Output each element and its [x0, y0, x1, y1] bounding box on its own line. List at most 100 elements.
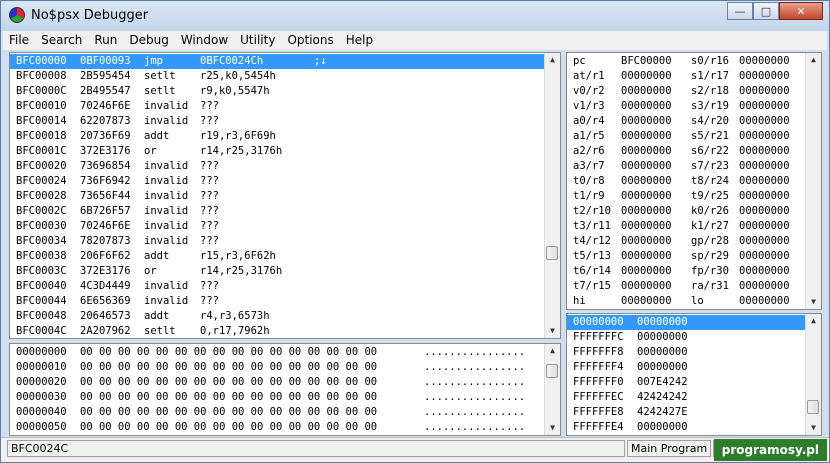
menu-file[interactable]: File	[3, 31, 35, 50]
menu-run[interactable]: Run	[88, 31, 123, 50]
register-row[interactable]: a0/r4 00000000 s4/r20 00000000	[567, 114, 805, 129]
memory-row[interactable]: 00000000 00 00 00 00 00 00 00 00 00 00 00…	[10, 345, 545, 360]
menu-help[interactable]: Help	[340, 31, 379, 50]
stack-row[interactable]: FFFFFFE8 4242427E	[567, 405, 805, 420]
memory-bytes: 00 00 00 00 00 00 00 00 00 00 00 00 00 0…	[80, 361, 378, 373]
memory-ascii: ................	[424, 391, 526, 403]
scroll-up-arrow-icon[interactable]: ▲	[545, 53, 560, 67]
disasm-mnemonic: invalid	[144, 160, 189, 172]
status-bar: BFC0024C Main Program DI programosy.pl	[1, 437, 829, 462]
scroll-thumb[interactable]	[546, 364, 558, 378]
disasm-row[interactable]: BFC00018 20736F69 addt r19,r3,6F69h	[10, 129, 545, 144]
stack-row[interactable]: FFFFFFF8 00000000	[567, 345, 805, 360]
scroll-up-arrow-icon[interactable]: ▲	[806, 314, 821, 328]
stack-row[interactable]: FFFFFFEC 42424242	[567, 390, 805, 405]
register-name: k0/r26	[691, 205, 729, 217]
register-row[interactable]: t1/r9 00000000 t9/r25 00000000	[567, 189, 805, 204]
scroll-thumb[interactable]	[807, 400, 819, 414]
disasm-row[interactable]: BFC0004C 2A207962 setlt 0,r17,7962h	[10, 324, 545, 338]
disasm-row[interactable]: BFC00028 73656F44 invalid???	[10, 189, 545, 204]
menu-options[interactable]: Options	[281, 31, 339, 50]
menu-window[interactable]: Window	[175, 31, 234, 50]
scroll-thumb[interactable]	[546, 246, 558, 260]
register-value: 00000000	[621, 130, 672, 142]
close-button[interactable]: ✕	[779, 2, 823, 20]
disasm-row[interactable]: BFC0002C 6B726F57 invalid???	[10, 204, 545, 219]
minimize-button[interactable]: —	[727, 2, 753, 20]
title-bar[interactable]: No$psx Debugger — □ ✕	[1, 1, 829, 31]
register-row[interactable]: at/r1 00000000 s1/r17 00000000	[567, 69, 805, 84]
disasm-row[interactable]: BFC00048 20646573 addt r4,r3,6573h	[10, 309, 545, 324]
register-name: s6/r22	[691, 145, 729, 157]
register-row[interactable]: pc BFC00000 s0/r16 00000000	[567, 54, 805, 69]
menu-search[interactable]: Search	[35, 31, 88, 50]
scroll-up-arrow-icon[interactable]: ▲	[545, 344, 560, 358]
stack-row[interactable]: FFFFFFF0 007E4242	[567, 375, 805, 390]
disasm-row[interactable]: BFC00020 73696854 invalid???	[10, 159, 545, 174]
maximize-button[interactable]: □	[753, 2, 779, 20]
stack-pane[interactable]: 00000000 00000000 FFFFFFFC 00000000 FFFFFFF8…	[566, 313, 822, 436]
scroll-down-arrow-icon[interactable]: ▼	[545, 324, 560, 338]
register-row[interactable]: t5/r13 00000000 sp/r29 00000000	[567, 249, 805, 264]
register-value: 00000000	[621, 145, 672, 157]
stack-row[interactable]: FFFFFFE4 00000000	[567, 420, 805, 435]
disasm-row[interactable]: BFC00014 62207873 invalid???	[10, 114, 545, 129]
disasm-row[interactable]: BFC0003C 372E3176 or r14,r25,3176h	[10, 264, 545, 279]
disasm-operands: r15,r3,6F62h	[200, 250, 276, 262]
disasm-row[interactable]: BFC00008 2B595454 setlt r25,k0,5454h	[10, 69, 545, 84]
register-name: t4/r12	[573, 235, 611, 247]
disasm-row[interactable]: BFC00040 4C3D4449 invalid???	[10, 279, 545, 294]
stack-row[interactable]: FFFFFFF4 00000000	[567, 360, 805, 375]
disasm-row[interactable]: BFC0001C 372E3176 or r14,r25,3176h	[10, 144, 545, 159]
menu-utility[interactable]: Utility	[234, 31, 281, 50]
register-row[interactable]: a3/r7 00000000 s7/r23 00000000	[567, 159, 805, 174]
register-row[interactable]: hi 00000000 lo 00000000	[567, 294, 805, 309]
registers-scrollbar[interactable]: ▲ ▼	[805, 53, 821, 309]
registers-pane[interactable]: pc BFC00000 s0/r16 00000000 at/r1 00000000 s1/…	[566, 52, 822, 310]
disasm-row[interactable]: BFC00034 78207873 invalid???	[10, 234, 545, 249]
stack-row[interactable]: 00000000 00000000	[567, 315, 805, 330]
register-row[interactable]: t2/r10 00000000 k0/r26 00000000	[567, 204, 805, 219]
memory-dump-pane[interactable]: 00000000 00 00 00 00 00 00 00 00 00 00 00…	[9, 343, 561, 436]
register-value: 00000000	[739, 145, 790, 157]
disasm-row[interactable]: BFC0000C 2B495547 setlt r9,k0,5547h	[10, 84, 545, 99]
menu-debug[interactable]: Debug	[123, 31, 174, 50]
memory-scrollbar[interactable]: ▲ ▼	[544, 344, 560, 435]
register-row[interactable]: t4/r12 00000000 gp/r28 00000000	[567, 234, 805, 249]
disasm-operands: ???	[200, 235, 219, 247]
memory-row[interactable]: 00000040 00 00 00 00 00 00 00 00 00 00 00…	[10, 405, 545, 420]
register-row[interactable]: t3/r11 00000000 k1/r27 00000000	[567, 219, 805, 234]
stack-row[interactable]: FFFFFFFC 00000000	[567, 330, 805, 345]
scroll-up-arrow-icon[interactable]: ▲	[806, 53, 821, 67]
disassembly-scrollbar[interactable]: ▲ ▼	[544, 53, 560, 338]
register-value: BFC00000	[621, 55, 672, 67]
register-name: s2/r18	[691, 85, 729, 97]
disasm-mnemonic: addt	[144, 310, 170, 322]
register-value: 00000000	[739, 130, 790, 142]
memory-row[interactable]: 00000020 00 00 00 00 00 00 00 00 00 00 00…	[10, 375, 545, 390]
register-row[interactable]: v1/r3 00000000 s3/r19 00000000	[567, 99, 805, 114]
scroll-down-arrow-icon[interactable]: ▼	[806, 421, 821, 435]
stack-address: FFFFFFE8	[573, 406, 624, 418]
disasm-row[interactable]: BFC00010 70246F6E invalid???	[10, 99, 545, 114]
register-row[interactable]: t0/r8 00000000 t8/r24 00000000	[567, 174, 805, 189]
memory-row[interactable]: 00000030 00 00 00 00 00 00 00 00 00 00 00…	[10, 390, 545, 405]
stack-scrollbar[interactable]: ▲ ▼	[805, 314, 821, 435]
register-name: t7/r15	[573, 280, 611, 292]
disasm-row[interactable]: BFC00044 6E656369 invalid???	[10, 294, 545, 309]
register-row[interactable]: a1/r5 00000000 s5/r21 00000000	[567, 129, 805, 144]
memory-row[interactable]: 00000010 00 00 00 00 00 00 00 00 00 00 00…	[10, 360, 545, 375]
scroll-down-arrow-icon[interactable]: ▼	[806, 295, 821, 309]
register-row[interactable]: v0/r2 00000000 s2/r18 00000000	[567, 84, 805, 99]
register-row[interactable]: t6/r14 00000000 fp/r30 00000000	[567, 264, 805, 279]
scroll-down-arrow-icon[interactable]: ▼	[545, 421, 560, 435]
disasm-row[interactable]: BFC00024 736F6942 invalid???	[10, 174, 545, 189]
disassembly-pane[interactable]: BFC00000 0BF00093 jmp 0BFC0024Ch ;↓ BFC00008 2…	[9, 52, 561, 339]
disasm-operands: ???	[200, 175, 219, 187]
disasm-row[interactable]: BFC00038 206F6F62 addt r15,r3,6F62h	[10, 249, 545, 264]
disasm-row[interactable]: BFC00000 0BF00093 jmp 0BFC0024Ch ;↓	[10, 54, 545, 69]
memory-row[interactable]: 00000050 00 00 00 00 00 00 00 00 00 00 00…	[10, 420, 545, 435]
register-row[interactable]: a2/r6 00000000 s6/r22 00000000	[567, 144, 805, 159]
disasm-row[interactable]: BFC00030 70246F6E invalid???	[10, 219, 545, 234]
register-row[interactable]: t7/r15 00000000 ra/r31 00000000	[567, 279, 805, 294]
